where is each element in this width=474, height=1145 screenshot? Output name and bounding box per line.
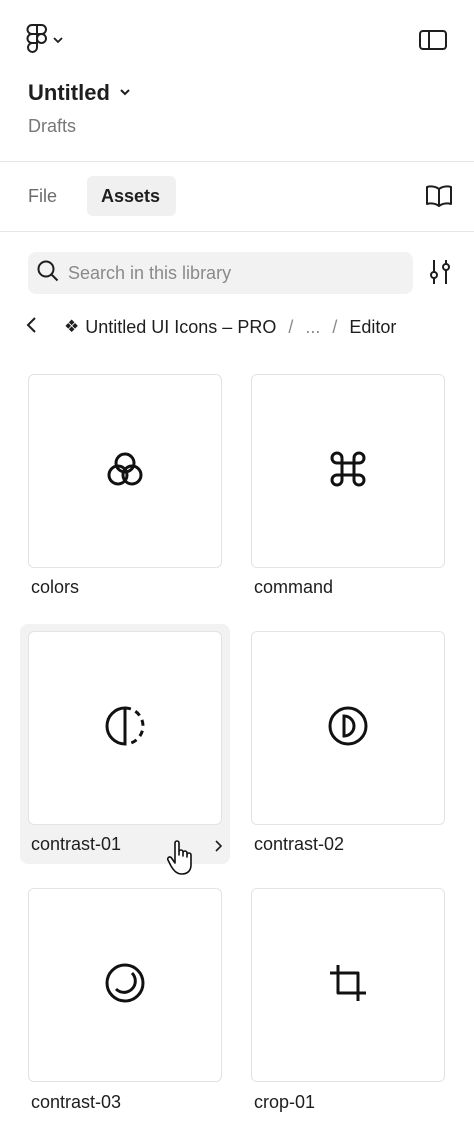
file-title-menu[interactable]: Untitled [28,80,132,106]
figma-logo-icon [26,23,48,59]
file-header: Untitled Drafts [0,0,474,161]
asset-card-contrast-03[interactable] [28,888,222,1082]
colors-icon [103,447,147,496]
asset-card-colors[interactable] [28,374,222,568]
divider [0,231,474,232]
contrast-03-icon [103,961,147,1010]
asset-label: contrast-03 [31,1092,122,1112]
filter-settings-icon[interactable] [426,257,454,289]
chevron-down-icon [118,84,132,102]
sidebar-toggle-icon[interactable] [418,28,448,54]
breadcrumb-separator: / [332,316,338,337]
file-location[interactable]: Drafts [28,116,76,137]
contrast-01-icon [103,704,147,753]
command-icon [328,449,368,494]
crop-01-icon [326,961,370,1010]
chevron-right-icon[interactable] [212,836,226,856]
asset-card-contrast-01[interactable] [28,631,222,825]
hand-cursor-icon [166,840,196,876]
asset-label: command [254,577,334,597]
tab-file[interactable]: File [14,176,71,216]
main-menu-button[interactable] [26,23,64,59]
search-bar [28,252,413,294]
breadcrumb: ❖ Untitled UI Icons – PRO / ... / Editor [24,312,396,342]
asset-card-command[interactable] [251,374,445,568]
asset-card-crop-01[interactable] [251,888,445,1082]
chevron-down-icon [52,32,64,50]
back-button[interactable] [24,314,44,340]
asset-label: colors [31,577,80,597]
contrast-02-icon [326,704,370,753]
breadcrumb-separator: / [288,316,294,337]
asset-label: contrast-01 [31,834,122,854]
search-input[interactable] [68,262,398,284]
breadcrumb-current: Editor [349,316,397,337]
component-icon: ❖ [64,317,80,336]
file-title: Untitled [28,80,110,105]
panel-tabs: File Assets [0,162,474,232]
chevron-left-icon [24,315,38,340]
asset-label: crop-01 [254,1092,316,1112]
libraries-book-icon[interactable] [424,184,456,210]
asset-label: contrast-02 [254,834,345,854]
breadcrumb-ellipsis[interactable]: ... [305,317,320,338]
tab-assets[interactable]: Assets [87,176,176,216]
search-icon [36,259,60,288]
asset-card-contrast-02[interactable] [251,631,445,825]
breadcrumb-library[interactable]: Untitled UI Icons – PRO [85,317,276,338]
